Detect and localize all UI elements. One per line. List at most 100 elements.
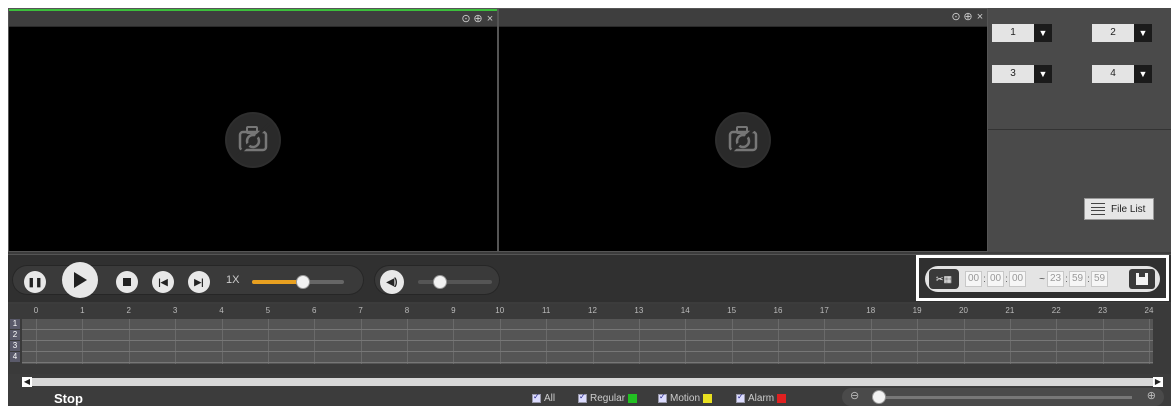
clip-range-bar: ✂▦ 00: 00: 00 ~ 23: 59: 59	[925, 266, 1160, 292]
channel-select-1[interactable]: 1 ▼	[992, 24, 1052, 42]
previous-frame-icon[interactable]: |◀	[152, 271, 174, 293]
zoom-icon[interactable]: ⊕	[963, 10, 973, 24]
zoom-icon[interactable]: ⊕	[473, 12, 483, 26]
hour-gridline	[407, 319, 408, 364]
video-pane-1[interactable]: ⊙ ⊕ ×	[8, 8, 498, 252]
hour-label: 5	[265, 306, 271, 315]
hour-gridline	[1149, 319, 1150, 364]
channel-label: 3	[10, 341, 20, 351]
speed-label: 1X	[226, 274, 240, 286]
dropdown-arrow-icon[interactable]: ▼	[1134, 65, 1152, 83]
hour-gridline	[546, 319, 548, 364]
no-video-camera-icon	[715, 112, 771, 168]
zoom-slider[interactable]	[872, 396, 1132, 399]
checkbox-motion[interactable]	[658, 392, 667, 403]
hour-label: 15	[727, 306, 737, 315]
timeline-zoom: ⊖ ⊕	[842, 388, 1164, 406]
checkbox-all[interactable]	[532, 392, 541, 403]
zoom-slider-handle[interactable]	[872, 390, 886, 404]
dropdown-arrow-icon[interactable]: ▼	[1034, 24, 1052, 42]
hour-scale: 0 1 2 3 4 5 6 7 8 9 10 11 12 13 14 15 16 17 18 19 20 21 22 23 24	[34, 306, 1154, 318]
hour-label: 14	[680, 306, 690, 315]
channel-row-line	[22, 329, 1153, 330]
pane-toolbar: ⊙ ⊕ ×	[9, 9, 497, 27]
play-icon[interactable]	[62, 262, 98, 298]
speed-slider-handle[interactable]	[295, 275, 310, 289]
restore-icon[interactable]: ⊙	[461, 12, 471, 26]
record-grid[interactable]: 1234	[10, 319, 1153, 364]
hour-label: 22	[1051, 306, 1061, 315]
hour-label: 9	[451, 306, 456, 315]
playback-status: Stop	[54, 391, 83, 406]
hour-gridline	[685, 319, 687, 364]
hour-gridline	[1056, 319, 1058, 364]
dropdown-arrow-icon[interactable]: ▼	[1034, 65, 1052, 83]
channel-panel: 1 ▼ 2 ▼ 3 ▼ 4 ▼ File List	[988, 8, 1171, 252]
hour-label: 4	[219, 306, 224, 315]
legend-motion[interactable]: Motion	[658, 392, 713, 404]
legend-alarm[interactable]: Alarm	[736, 392, 787, 404]
hour-label: 16	[773, 306, 783, 315]
hour-label: 3	[172, 306, 178, 315]
legend-all[interactable]: All	[532, 392, 555, 404]
hour-gridline	[82, 319, 84, 364]
hour-gridline	[778, 319, 779, 364]
hour-gridline	[824, 319, 826, 364]
hour-label: 6	[312, 306, 317, 315]
footer: Stop All Regular Motion Alarm ⊖ ⊕	[8, 388, 1171, 406]
channel-row-line	[22, 351, 1153, 352]
list-icon	[1091, 203, 1105, 215]
save-icon[interactable]	[1129, 269, 1155, 289]
hour-gridline	[267, 319, 269, 364]
file-list-button[interactable]: File List	[1084, 198, 1154, 220]
hour-gridline	[963, 319, 965, 364]
legend-regular[interactable]: Regular	[578, 392, 638, 404]
clip-range-box: ✂▦ 00: 00: 00 ~ 23: 59: 59	[916, 255, 1169, 301]
zoom-out-icon[interactable]: ⊖	[850, 389, 859, 402]
restore-icon[interactable]: ⊙	[951, 10, 961, 24]
channel-select-2[interactable]: 2 ▼	[1092, 24, 1152, 42]
hour-gridline	[917, 319, 919, 364]
pause-icon[interactable]: ❚❚	[24, 271, 46, 293]
no-video-camera-icon	[225, 112, 281, 168]
regular-swatch	[628, 394, 638, 403]
stop-icon[interactable]	[116, 271, 138, 293]
hour-gridline	[1102, 319, 1104, 364]
checkbox-alarm[interactable]	[736, 392, 745, 403]
hour-gridline	[499, 319, 501, 364]
hour-gridline	[221, 319, 223, 364]
hour-label: 12	[588, 306, 597, 315]
scroll-left-icon[interactable]: ◀	[22, 377, 32, 387]
channel-select-3[interactable]: 3 ▼	[992, 65, 1052, 83]
channel-selectors: 1 ▼ 2 ▼ 3 ▼ 4 ▼	[988, 8, 1171, 130]
close-icon[interactable]: ×	[975, 10, 985, 24]
hour-gridline	[592, 319, 594, 364]
hour-gridline	[360, 319, 362, 364]
hour-gridline	[175, 319, 177, 364]
hour-gridline	[453, 319, 455, 364]
speaker-icon[interactable]: ◀)	[380, 270, 404, 294]
hour-gridline	[870, 319, 872, 364]
clip-icon[interactable]: ✂▦	[929, 269, 959, 289]
hour-label: 7	[358, 306, 363, 315]
clip-start-time[interactable]: 00: 00: 00	[965, 270, 1026, 288]
zoom-in-icon[interactable]: ⊕	[1147, 389, 1156, 402]
close-icon[interactable]: ×	[485, 12, 495, 26]
volume-slider[interactable]	[418, 280, 492, 284]
dropdown-arrow-icon[interactable]: ▼	[1134, 24, 1152, 42]
hour-gridline	[638, 319, 640, 364]
channel-label: 2	[10, 330, 20, 340]
scroll-right-icon[interactable]: ▶	[1153, 377, 1163, 387]
video-pane-2[interactable]: ⊙ ⊕ ×	[498, 8, 988, 252]
timeline-scrollbar[interactable]: ◀ ▶	[22, 377, 1163, 387]
next-frame-icon[interactable]: ▶|	[188, 271, 210, 293]
hour-label: 23	[1098, 306, 1108, 315]
hour-label: 17	[819, 306, 829, 315]
checkbox-regular[interactable]	[578, 392, 587, 403]
channel-select-4[interactable]: 4 ▼	[1092, 65, 1152, 83]
timeline[interactable]: 0 1 2 3 4 5 6 7 8 9 10 11 12 13 14 15 16 17 18 19 20 21 22 23 24…	[8, 304, 1171, 374]
hour-label: 2	[126, 306, 131, 315]
hour-gridline	[314, 319, 316, 364]
hour-gridline	[36, 319, 37, 364]
clip-end-time[interactable]: 23: 59: 59	[1047, 270, 1108, 288]
